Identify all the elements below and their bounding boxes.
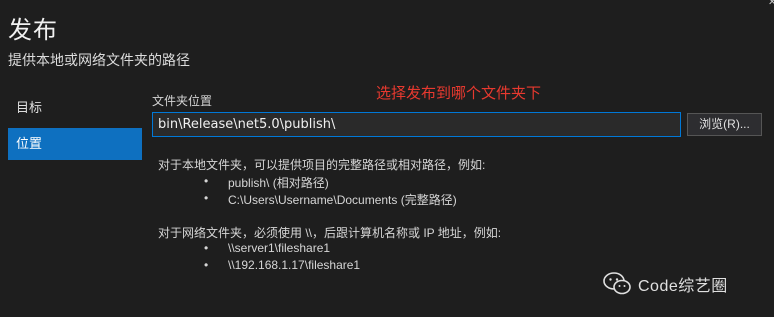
watermark: Code综艺圈 <box>602 270 728 298</box>
sidebar-item-target[interactable]: 目标 <box>8 92 142 124</box>
bullet-dot: • <box>204 241 209 255</box>
wechat-icon <box>603 272 631 295</box>
folder-path-input[interactable] <box>152 112 681 137</box>
close-icon[interactable]: ✕ <box>768 0 774 6</box>
network-example-ip: \\192.168.1.17\fileshare1 <box>228 258 361 272</box>
page-title: 发布 <box>8 17 58 44</box>
local-folder-help: 对于本地文件夹，可以提供项目的完整路径或相对路径，例如: <box>158 158 486 172</box>
folder-location-label: 文件夹位置 <box>152 94 213 108</box>
bullet-dot: • <box>204 191 209 205</box>
network-folder-help: 对于网络文件夹，必须使用 \\，后跟计算机名称或 IP 地址，例如: <box>158 226 502 240</box>
publish-dialog: ✕ 发布 提供本地或网络文件夹的路径 目标 位置 文件夹位置 选择发布到哪个文件… <box>0 0 774 317</box>
annotation-text: 选择发布到哪个文件夹下 <box>376 85 542 102</box>
browse-button[interactable]: 浏览(R)... <box>687 113 762 136</box>
sidebar-item-location[interactable]: 位置 <box>8 128 142 160</box>
local-example-full: C:\Users\Username\Documents (完整路径) <box>228 193 457 207</box>
bullet-dot: • <box>204 174 209 188</box>
bullet-dot: • <box>204 258 209 272</box>
watermark-text: Code综艺圈 <box>638 278 728 295</box>
page-subtitle: 提供本地或网络文件夹的路径 <box>8 52 190 68</box>
local-example-relative: publish\ (相对路径) <box>228 176 329 190</box>
network-example-name: \\server1\fileshare1 <box>228 241 331 255</box>
